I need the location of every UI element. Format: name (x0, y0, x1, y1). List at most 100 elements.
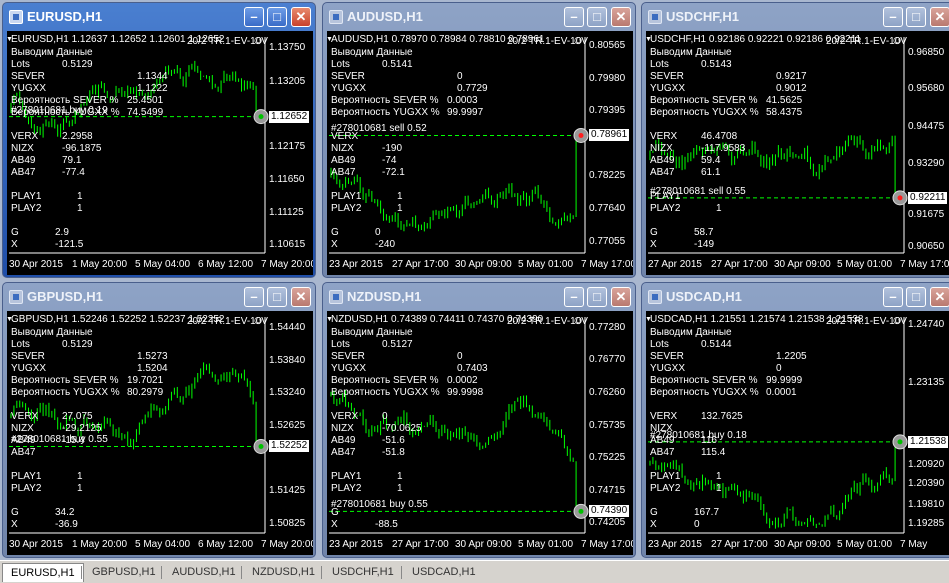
stat-value-lots: 0.5144 (701, 339, 732, 350)
tab-usdchf[interactable]: USDCHF,H1 (324, 563, 402, 582)
stat-label-x: X (331, 519, 338, 530)
price-label: 1.12175 (269, 140, 306, 152)
menu-arrow-icon[interactable]: ▼ (646, 314, 652, 326)
window-titlebar[interactable]: USDCAD,H1 – □ ✕ (642, 283, 949, 311)
maximize-button[interactable]: □ (587, 7, 607, 27)
time-label: 5 May 01:00 (518, 259, 574, 270)
price-label: 0.76260 (589, 386, 626, 398)
minimize-button[interactable]: – (564, 287, 584, 307)
window-titlebar[interactable]: USDCHF,H1 – □ ✕ (642, 3, 949, 31)
stat-value-sever: 0.9217 (776, 71, 807, 82)
stat-label-nizx: NIZX (331, 143, 354, 154)
menu-arrow-icon[interactable]: ▼ (646, 34, 652, 46)
price-label: 1.54440 (269, 322, 306, 334)
maximize-button[interactable]: □ (267, 287, 287, 307)
tab-separator (81, 566, 82, 579)
maximize-button[interactable]: □ (587, 287, 607, 307)
price-label: 0.94475 (908, 121, 945, 132)
window-title: NZDUSD,H1 (347, 289, 422, 304)
candlestick-plot[interactable] (327, 31, 633, 275)
stat-label-sever: SEVER (650, 351, 684, 362)
candlestick-plot[interactable] (327, 311, 633, 555)
stat-value-yugxx: 0.7729 (457, 83, 488, 94)
chart-window-gbpusd[interactable]: GBPUSD,H1 – □ ✕ GBPUSD,H1 1.52246 1.52252 1.… (2, 282, 316, 558)
stat-value-g: 0 (375, 227, 381, 238)
close-button[interactable]: ✕ (930, 287, 949, 307)
stat-value-ab47: -72.1 (382, 167, 405, 178)
price-chart[interactable]: EURUSD,H1 1.12637 1.12652 1.12601 1.1265… (7, 31, 313, 275)
stat-label-vivodim: Выводим Данные (11, 47, 93, 58)
close-button[interactable]: ✕ (291, 7, 311, 27)
stat-value-prob_yugxx: 99.9998 (447, 387, 484, 398)
window-titlebar[interactable]: EURUSD,H1 – □ ✕ (3, 3, 315, 31)
minimize-button[interactable]: – (244, 7, 264, 27)
candlestick-plot[interactable] (7, 311, 313, 555)
stat-value-x: 0 (694, 519, 700, 530)
menu-arrow-icon[interactable]: ▼ (327, 34, 333, 46)
time-label: 5 May 01:00 (518, 539, 574, 550)
close-button[interactable]: ✕ (291, 287, 311, 307)
price-chart[interactable]: NZDUSD,H1 0.74389 0.74411 0.74370 0.7439… (327, 311, 633, 555)
tab-eurusd[interactable]: EURUSD,H1 (2, 563, 84, 582)
stat-value-nizx: -29.2125 (62, 423, 102, 434)
stat-label-x: X (650, 519, 657, 530)
time-label: 7 May 17:00 (581, 259, 633, 270)
price-label: 0.78961 (589, 129, 630, 142)
chart-window-icon (329, 10, 343, 24)
stat-label-ab49: AB49 (331, 155, 356, 166)
maximize-button[interactable]: □ (267, 7, 287, 27)
stat-value-ab49: -51.6 (382, 435, 405, 446)
price-chart[interactable]: GBPUSD,H1 1.52246 1.52252 1.52237 1.5225… (7, 311, 313, 555)
window-titlebar[interactable]: GBPUSD,H1 – □ ✕ (3, 283, 315, 311)
stat-label-prob_yugxx: Вероятность YUGXX % (11, 387, 120, 398)
menu-arrow-icon[interactable]: ▼ (7, 34, 13, 46)
close-button[interactable]: ✕ (611, 287, 631, 307)
chart-window-usdchf[interactable]: USDCHF,H1 – □ ✕ USDCHF,H1 0.92186 0.92221 0.… (641, 2, 949, 278)
candlestick-plot[interactable] (7, 31, 313, 275)
minimize-button[interactable]: – (883, 7, 903, 27)
close-button[interactable]: ✕ (611, 7, 631, 27)
window-title: EURUSD,H1 (27, 9, 103, 24)
price-label: 1.53240 (269, 387, 306, 399)
maximize-button[interactable]: □ (906, 7, 926, 27)
time-label: 7 May 17:00 (581, 539, 633, 550)
price-label: 0.93290 (908, 158, 945, 170)
price-chart[interactable]: USDCAD,H1 1.21551 1.21574 1.21538 1.2153… (646, 311, 949, 555)
tab-gbpusd[interactable]: GBPUSD,H1 (84, 563, 164, 582)
stat-label-vivodim: Выводим Данные (331, 327, 413, 338)
price-chart[interactable]: AUDUSD,H1 0.78970 0.78984 0.78810 0.7896… (327, 31, 633, 275)
stat-value-ab49: 59.4 (701, 155, 721, 166)
tab-nzdusd[interactable]: NZDUSD,H1 (244, 563, 323, 582)
chart-window-usdcad[interactable]: USDCAD,H1 – □ ✕ USDCAD,H1 1.21551 1.21574 1.… (641, 282, 949, 558)
tab-audusd[interactable]: AUDUSD,H1 (164, 563, 244, 582)
chart-window-nzdusd[interactable]: NZDUSD,H1 – □ ✕ NZDUSD,H1 0.74389 0.74411 0.… (322, 282, 636, 558)
menu-arrow-icon[interactable]: ▼ (327, 314, 333, 326)
stat-label-play1: PLAY1 (11, 191, 42, 202)
window-titlebar[interactable]: NZDUSD,H1 – □ ✕ (323, 283, 635, 311)
price-label: 1.53840 (269, 354, 306, 366)
tab-separator (401, 566, 402, 579)
maximize-button[interactable]: □ (906, 287, 926, 307)
price-label: 0.96850 (908, 46, 945, 58)
tab-usdcad[interactable]: USDCAD,H1 (404, 563, 484, 582)
window-titlebar[interactable]: AUDUSD,H1 – □ ✕ (323, 3, 635, 31)
candlestick-plot[interactable] (646, 31, 949, 275)
chart-window-audusd[interactable]: AUDUSD,H1– □ ✕ AUDUSD,H1 0.78970 0.78984 0.… (322, 2, 636, 278)
close-button[interactable]: ✕ (930, 7, 949, 27)
price-chart[interactable]: USDCHF,H1 0.92186 0.92221 0.92186 0.9221… (646, 31, 949, 275)
stat-label-lots: Lots (650, 339, 669, 350)
menu-arrow-icon[interactable]: ▼ (7, 314, 13, 326)
stat-label-yugxx: YUGXX (11, 83, 47, 94)
order-label: #278010681 buy 0.18 (650, 429, 747, 441)
minimize-button[interactable]: – (883, 287, 903, 307)
stat-value-sever: 0 (457, 351, 463, 362)
minimize-button[interactable]: – (564, 7, 584, 27)
stat-label-sever: SEVER (331, 71, 365, 82)
stat-label-play2: PLAY2 (331, 203, 362, 214)
stat-label-play1: PLAY1 (331, 191, 362, 202)
chart-tabs-bar: EURUSD,H1 GBPUSD,H1 AUDUSD,H1 NZDUSD,H1 USDC… (0, 560, 949, 583)
minimize-button[interactable]: – (244, 287, 264, 307)
stat-value-yugxx: 1.5204 (137, 363, 168, 374)
chart-window-eurusd[interactable]: EURUSD,H1 – □ ✕ EURUSD,H1 1.12637 1.12652 1.… (2, 2, 316, 278)
stat-value-sever: 0 (457, 71, 463, 82)
